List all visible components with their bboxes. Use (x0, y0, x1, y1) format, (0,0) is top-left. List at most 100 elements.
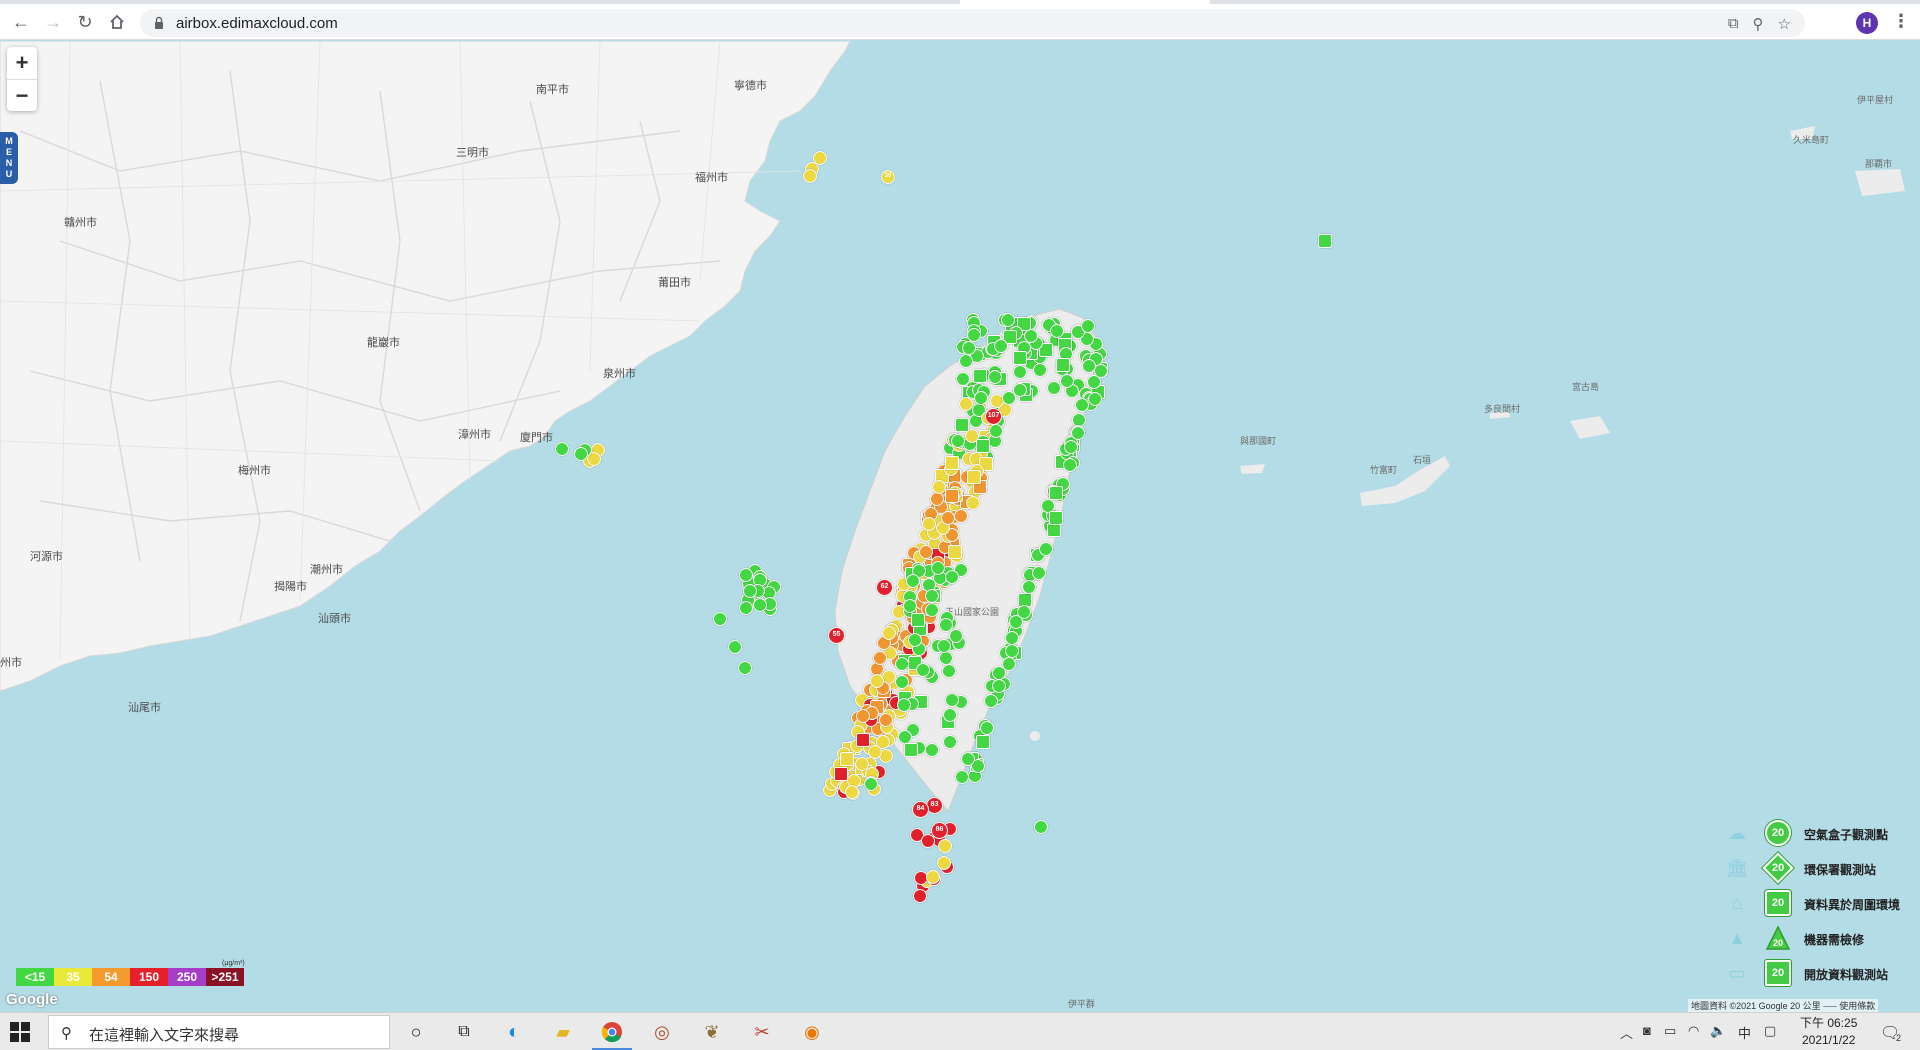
zoom-out-button[interactable]: − (7, 79, 37, 111)
home-icon[interactable] (104, 9, 130, 35)
station-marker[interactable] (813, 151, 827, 165)
profile-avatar[interactable]: H (1856, 12, 1878, 34)
address-bar[interactable]: airbox.edimaxcloud.com ⧉ ⚲ ☆ (140, 9, 1805, 37)
station-marker[interactable] (945, 569, 960, 584)
bookmark-star-icon[interactable]: ☆ (1778, 15, 1791, 33)
station-marker[interactable] (864, 777, 878, 791)
station-marker[interactable] (833, 767, 848, 782)
station-marker[interactable] (925, 742, 940, 757)
station-marker[interactable] (1021, 579, 1036, 594)
app-bird-icon[interactable]: ❦ (700, 1020, 724, 1044)
station-marker[interactable]: 30 (881, 170, 895, 184)
station-marker[interactable] (906, 573, 921, 588)
app-scissors-icon[interactable]: ✂ (750, 1020, 774, 1044)
station-marker[interactable] (942, 707, 957, 722)
forward-icon[interactable]: → (40, 9, 66, 35)
station-marker[interactable] (1001, 657, 1016, 672)
station-marker[interactable] (921, 517, 936, 532)
station-marker[interactable] (907, 633, 922, 648)
station-marker[interactable] (910, 612, 925, 627)
back-icon[interactable]: ← (8, 9, 34, 35)
station-marker[interactable]: 107 (985, 408, 1002, 425)
station-marker[interactable] (904, 743, 919, 758)
station-marker[interactable] (942, 663, 957, 678)
station-marker[interactable]: 62 (876, 579, 893, 596)
station-marker[interactable] (959, 396, 974, 411)
system-clock[interactable]: 下午 06:25 2021/1/22 (1800, 1015, 1857, 1049)
input-mode-icon[interactable]: ▢ (1764, 1023, 1776, 1039)
station-marker[interactable] (743, 583, 758, 598)
station-marker[interactable] (713, 612, 727, 626)
translate-icon[interactable]: ⧉ (1728, 15, 1739, 33)
station-marker[interactable] (984, 693, 999, 708)
cortana-icon[interactable]: ○ (404, 1020, 428, 1044)
station-marker[interactable] (1004, 643, 1019, 658)
station-marker[interactable] (975, 735, 990, 750)
station-marker[interactable]: 84 (912, 801, 929, 818)
station-marker[interactable] (1034, 820, 1048, 834)
app-compass-icon[interactable]: ◎ (650, 1020, 674, 1044)
station-marker[interactable] (1063, 457, 1078, 472)
station-marker[interactable] (956, 371, 971, 386)
station-marker[interactable] (944, 489, 959, 504)
station-marker[interactable] (965, 495, 980, 510)
station-marker[interactable] (967, 470, 982, 485)
station-marker[interactable] (738, 661, 752, 675)
station-marker[interactable] (967, 327, 982, 342)
station-marker[interactable] (1048, 510, 1063, 525)
station-marker[interactable] (987, 370, 1002, 385)
station-marker[interactable] (728, 640, 742, 654)
station-marker[interactable] (902, 599, 917, 614)
station-marker[interactable] (1013, 350, 1028, 365)
station-marker[interactable] (962, 340, 977, 355)
browser-menu-icon[interactable]: ⋮ (1892, 11, 1910, 32)
station-marker[interactable] (938, 618, 953, 633)
station-marker[interactable] (881, 626, 896, 641)
station-marker[interactable] (964, 429, 979, 444)
station-marker[interactable] (844, 784, 859, 799)
windows-start-icon[interactable] (10, 1022, 30, 1042)
tray-app-icon[interactable]: ◙ (1643, 1023, 1651, 1038)
station-marker[interactable] (897, 697, 912, 712)
station-marker[interactable] (975, 439, 990, 454)
station-marker[interactable] (972, 369, 987, 384)
station-marker[interactable] (1060, 373, 1075, 388)
station-marker[interactable] (942, 734, 957, 749)
station-marker[interactable] (1039, 541, 1054, 556)
volume-icon[interactable]: 🔈 (1710, 1023, 1726, 1039)
station-marker[interactable] (1070, 426, 1085, 441)
station-marker[interactable] (1047, 522, 1062, 537)
station-marker[interactable] (1082, 358, 1097, 373)
station-marker[interactable]: 55 (828, 627, 845, 644)
zoom-icon[interactable]: ⚲ (1753, 15, 1764, 33)
station-marker[interactable] (1004, 630, 1019, 645)
zoom-in-button[interactable]: + (7, 47, 37, 79)
map-attribution[interactable]: 地圖資料 ©2021 Google 20 公里 ⎯⎯⎯ 使用條款 (1688, 999, 1879, 1012)
edge-browser-icon[interactable]: ◐ (502, 1020, 526, 1044)
station-marker[interactable] (855, 733, 870, 748)
station-marker[interactable] (936, 856, 951, 871)
station-marker[interactable]: 86 (931, 822, 948, 839)
station-marker[interactable] (840, 752, 855, 767)
station-marker[interactable] (938, 838, 953, 853)
wifi-icon[interactable]: ◠ (1688, 1023, 1699, 1039)
station-marker[interactable] (1049, 485, 1064, 500)
station-marker[interactable] (961, 751, 976, 766)
station-marker[interactable] (803, 169, 817, 183)
station-marker[interactable] (868, 744, 883, 759)
taskbar-search-box[interactable]: ⚲ 在這裡輸入文字來搜尋 (48, 1015, 390, 1049)
station-marker[interactable] (1318, 234, 1332, 248)
chrome-browser-icon[interactable] (600, 1020, 624, 1044)
station-marker[interactable] (948, 544, 963, 559)
station-marker[interactable] (1001, 391, 1016, 406)
station-marker[interactable] (854, 757, 869, 772)
station-marker[interactable] (979, 721, 994, 736)
task-view-icon[interactable]: ⧉ (452, 1020, 476, 1044)
station-marker[interactable] (959, 353, 974, 368)
station-marker[interactable] (554, 441, 569, 456)
station-marker[interactable] (931, 480, 946, 495)
station-marker[interactable] (950, 433, 965, 448)
file-explorer-icon[interactable]: ▰ (551, 1020, 575, 1044)
station-marker[interactable] (993, 339, 1008, 354)
station-marker[interactable] (918, 545, 933, 560)
